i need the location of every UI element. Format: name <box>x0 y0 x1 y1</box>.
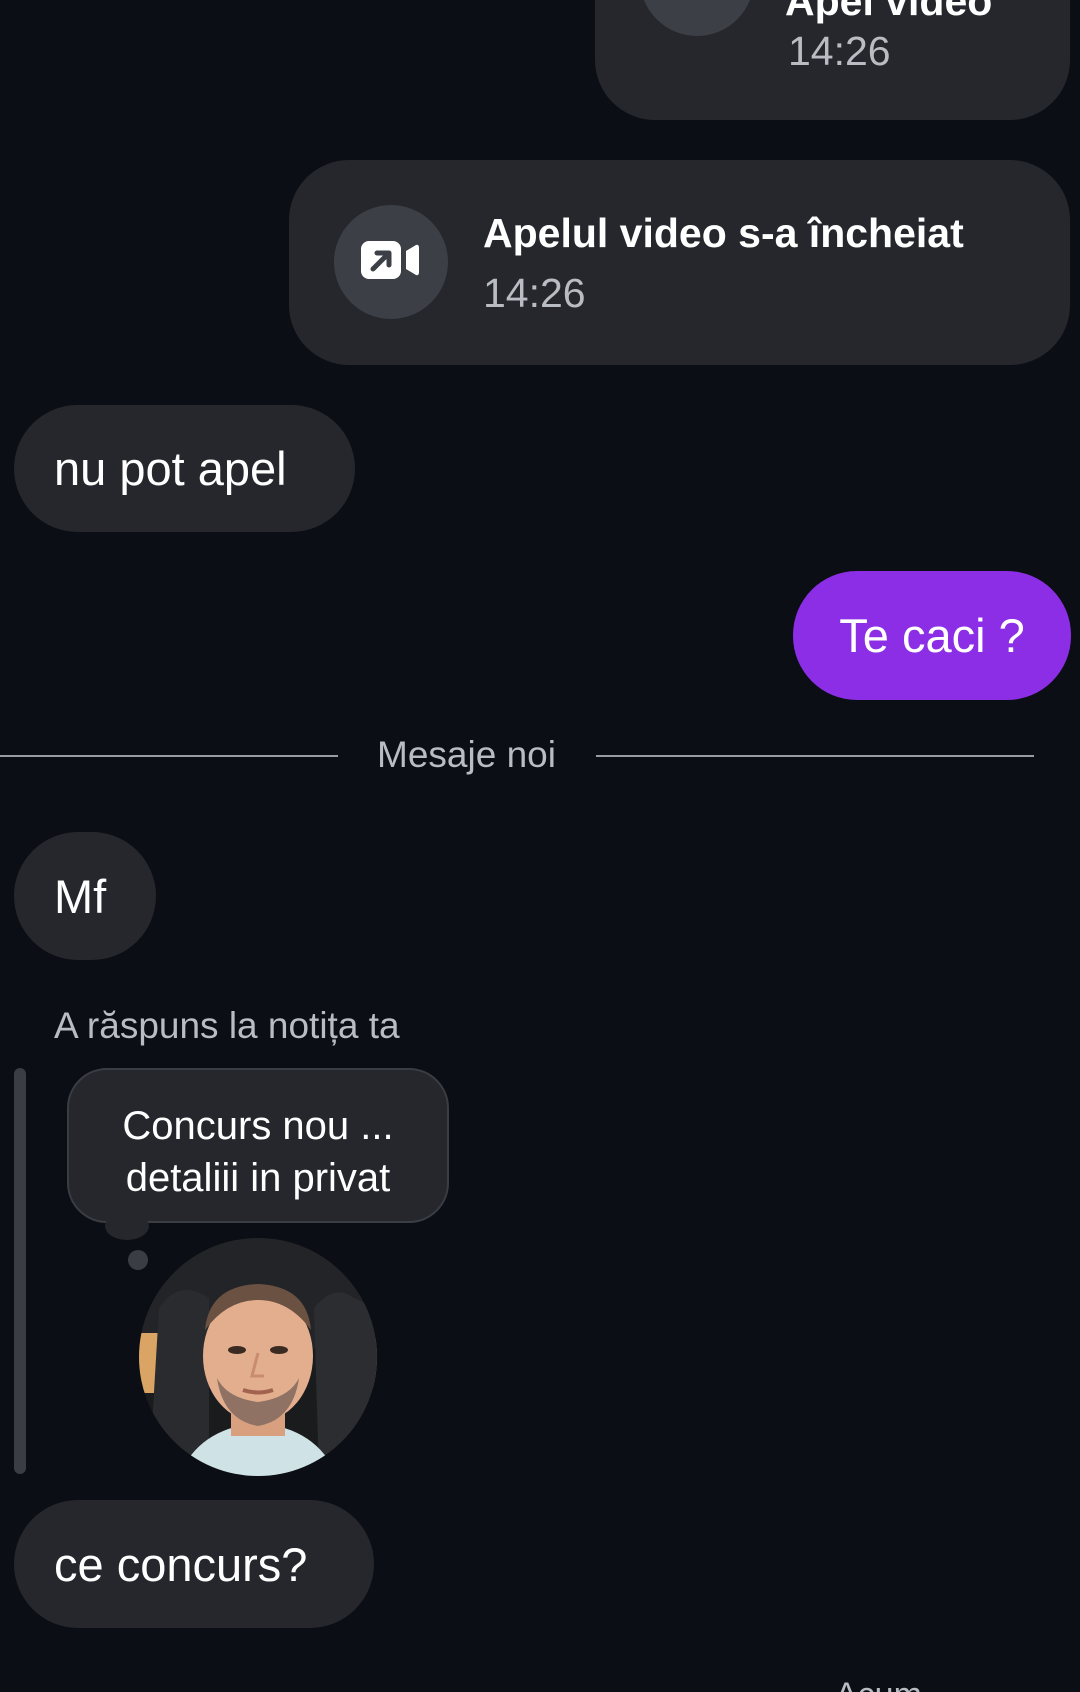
bottom-status-text: Acum <box>835 1676 922 1692</box>
divider-line-left <box>0 755 338 757</box>
profile-photo-illustration <box>139 1238 377 1476</box>
call-ended-time: 14:26 <box>483 270 586 316</box>
note-line-2: detaliii in privat <box>125 1156 391 1200</box>
message-incoming-mf[interactable]: Mf <box>14 832 156 960</box>
video-call-ended-card[interactable]: Apelul video s-a încheiat 14:26 <box>289 160 1070 365</box>
note-tail-dot-large <box>105 1212 149 1240</box>
call-title-top: Apel video <box>785 0 993 24</box>
message-text: Te caci ? <box>839 609 1025 662</box>
note-reply-label: A răspuns la notița ta <box>54 1005 400 1046</box>
message-incoming-ce-concurs[interactable]: ce concurs? <box>14 1500 374 1628</box>
note-line-1: Concurs nou ... <box>122 1104 394 1148</box>
divider-line-right <box>596 755 1034 757</box>
reply-quote-bar <box>14 1068 26 1474</box>
call-ended-title: Apelul video s-a încheiat <box>483 210 964 256</box>
video-call-ended-icon-circle <box>334 205 448 319</box>
video-call-outgoing-icon <box>361 239 421 286</box>
message-text: nu pot apel <box>54 442 287 495</box>
call-time-top: 14:26 <box>788 28 891 74</box>
message-incoming-nu-pot-apel[interactable]: nu pot apel <box>14 405 355 532</box>
profile-photo[interactable] <box>139 1238 377 1476</box>
new-messages-divider-label: Mesaje noi <box>377 734 556 775</box>
message-text: Mf <box>54 869 107 923</box>
video-call-card-top[interactable]: Apel video 14:26 <box>595 0 1070 120</box>
chat-screen: Apel video 14:26 Apelul video s-a închei… <box>0 0 1080 1692</box>
video-camera-icon <box>669 0 725 1</box>
video-call-icon-circle <box>640 0 754 36</box>
note-tail-dot-small <box>128 1250 148 1270</box>
message-outgoing-te-caci[interactable]: Te caci ? <box>793 571 1071 700</box>
note-bubble[interactable]: Concurs nou ... detaliii in privat <box>67 1068 449 1223</box>
message-text: ce concurs? <box>54 1537 308 1591</box>
